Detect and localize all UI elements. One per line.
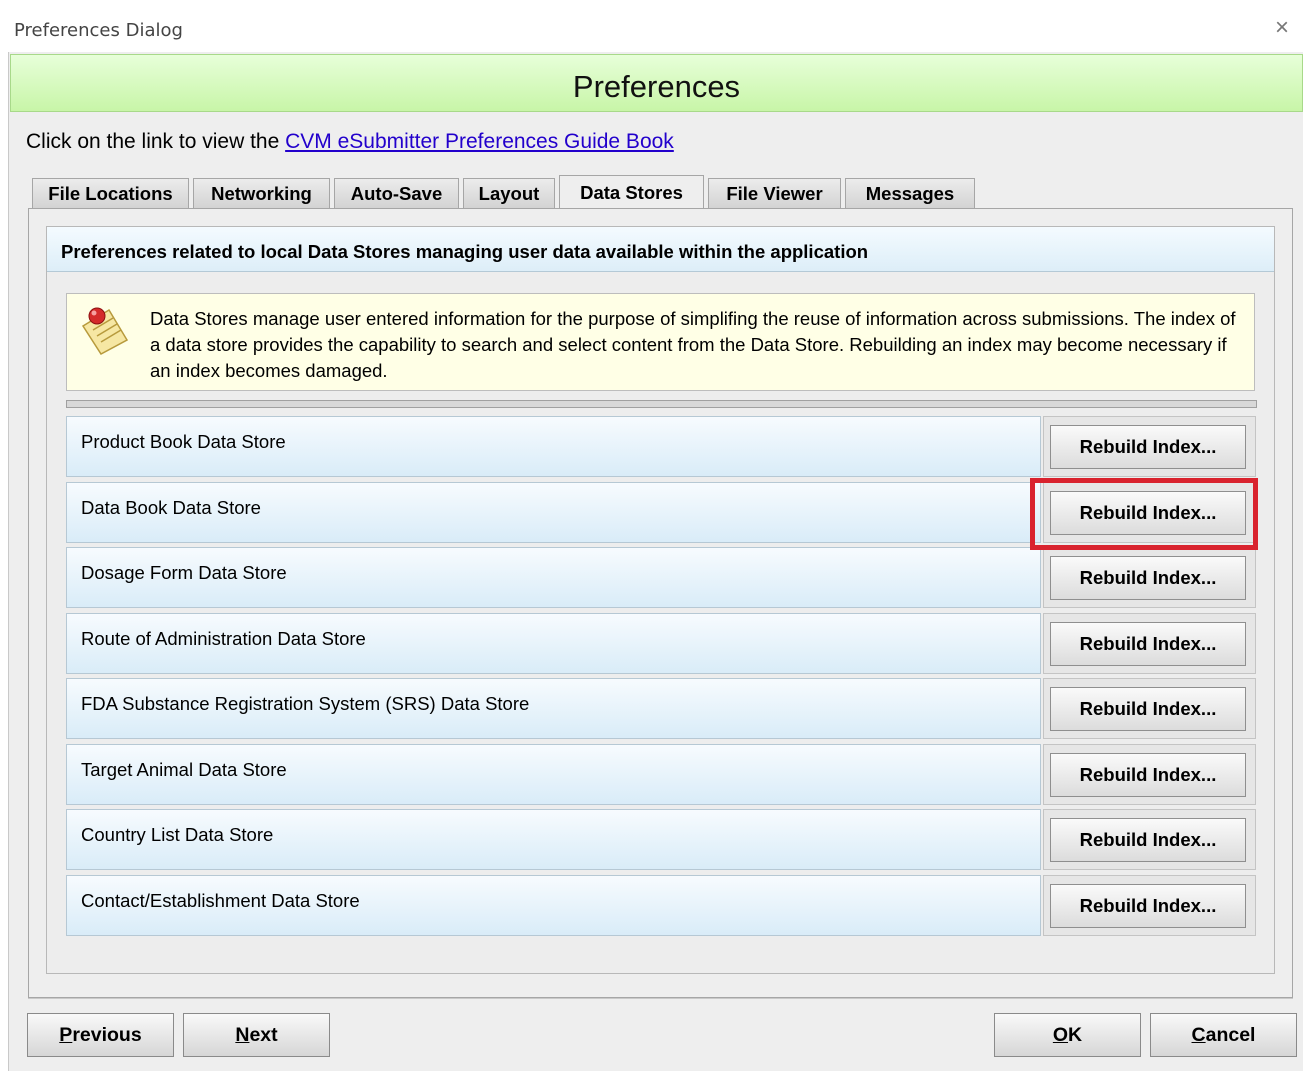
- rebuild-index-button[interactable]: Rebuild Index...: [1050, 491, 1246, 535]
- data-store-row: Country List Data Store Rebuild Index...: [66, 809, 1256, 870]
- panel-header: Preferences related to local Data Stores…: [47, 227, 1274, 272]
- data-store-row: Dosage Form Data Store Rebuild Index...: [66, 547, 1256, 608]
- mnemonic-p: P: [59, 1023, 73, 1046]
- button-cell: Rebuild Index...: [1043, 482, 1256, 543]
- intro-text: Click on the link to view the: [26, 130, 286, 153]
- window-title: Preferences Dialog: [14, 20, 183, 41]
- mnemonic-c: C: [1191, 1023, 1206, 1046]
- previous-label: revious: [72, 1023, 142, 1046]
- data-store-label-cell: FDA Substance Registration System (SRS) …: [66, 678, 1041, 739]
- data-store-name: Country List Data Store: [81, 824, 274, 845]
- rebuild-index-button[interactable]: Rebuild Index...: [1050, 818, 1246, 862]
- data-store-name: Route of Administration Data Store: [81, 628, 366, 649]
- guide-book-link[interactable]: CVM eSubmitter Preferences Guide Book: [285, 130, 674, 153]
- separator: [66, 400, 1257, 408]
- data-store-name: Product Book Data Store: [81, 431, 286, 452]
- data-store-label-cell: Target Animal Data Store: [66, 744, 1041, 805]
- tab-file-locations[interactable]: File Locations: [32, 178, 189, 209]
- rebuild-index-button[interactable]: Rebuild Index...: [1050, 753, 1246, 797]
- info-note: Data Stores manage user entered informat…: [66, 293, 1255, 391]
- rebuild-index-button[interactable]: Rebuild Index...: [1050, 884, 1246, 928]
- tab-auto-save[interactable]: Auto-Save: [334, 178, 459, 209]
- preferences-tabs: File Locations Networking Auto-Save Layo…: [32, 175, 979, 209]
- data-store-name: Data Book Data Store: [81, 497, 261, 518]
- previous-button[interactable]: Previous: [27, 1013, 174, 1057]
- button-cell: Rebuild Index...: [1043, 809, 1256, 870]
- data-store-label-cell: Route of Administration Data Store: [66, 613, 1041, 674]
- button-cell: Rebuild Index...: [1043, 678, 1256, 739]
- close-icon[interactable]: ×: [1275, 16, 1289, 40]
- cancel-label: ancel: [1205, 1023, 1256, 1046]
- next-label: ext: [249, 1023, 278, 1046]
- data-store-label-cell: Product Book Data Store: [66, 416, 1041, 477]
- tab-networking[interactable]: Networking: [193, 178, 330, 209]
- title-bar: Preferences Dialog ×: [0, 0, 1303, 52]
- rebuild-index-button[interactable]: Rebuild Index...: [1050, 556, 1246, 600]
- button-cell: Rebuild Index...: [1043, 416, 1256, 477]
- data-store-label-cell: Dosage Form Data Store: [66, 547, 1041, 608]
- panel-header-text: Preferences related to local Data Stores…: [61, 241, 869, 262]
- button-cell: Rebuild Index...: [1043, 744, 1256, 805]
- notepad-pin-icon: [81, 307, 129, 355]
- ok-label: K: [1068, 1023, 1083, 1046]
- button-cell: Rebuild Index...: [1043, 547, 1256, 608]
- tab-data-stores[interactable]: Data Stores: [559, 175, 704, 209]
- cancel-button[interactable]: Cancel: [1150, 1013, 1297, 1057]
- data-store-name: Dosage Form Data Store: [81, 562, 287, 583]
- next-button[interactable]: Next: [183, 1013, 330, 1057]
- data-store-row: Route of Administration Data Store Rebui…: [66, 613, 1256, 674]
- data-store-label-cell: Contact/Establishment Data Store: [66, 875, 1041, 936]
- data-store-row: Contact/Establishment Data Store Rebuild…: [66, 875, 1256, 936]
- data-store-row: Data Book Data Store Rebuild Index...: [66, 482, 1256, 543]
- data-store-name: Contact/Establishment Data Store: [81, 890, 360, 911]
- button-cell: Rebuild Index...: [1043, 875, 1256, 936]
- rebuild-index-button[interactable]: Rebuild Index...: [1050, 687, 1246, 731]
- data-store-label-cell: Data Book Data Store: [66, 482, 1041, 543]
- rebuild-index-button[interactable]: Rebuild Index...: [1050, 425, 1246, 469]
- data-store-name: Target Animal Data Store: [81, 759, 287, 780]
- banner-title: Preferences: [572, 69, 741, 104]
- mnemonic-n: N: [235, 1023, 250, 1046]
- data-store-name: FDA Substance Registration System (SRS) …: [81, 693, 530, 714]
- data-store-label-cell: Country List Data Store: [66, 809, 1041, 870]
- data-store-row: FDA Substance Registration System (SRS) …: [66, 678, 1256, 739]
- rebuild-index-button[interactable]: Rebuild Index...: [1050, 622, 1246, 666]
- mnemonic-o: O: [1052, 1023, 1069, 1046]
- data-store-row: Target Animal Data Store Rebuild Index..…: [66, 744, 1256, 805]
- data-store-row: Product Book Data Store Rebuild Index...: [66, 416, 1256, 477]
- intro-line: Click on the link to view the CVM eSubmi…: [26, 130, 674, 154]
- tab-layout[interactable]: Layout: [463, 178, 555, 209]
- tab-messages[interactable]: Messages: [845, 178, 975, 209]
- footer-divider: [28, 998, 1293, 999]
- button-cell: Rebuild Index...: [1043, 613, 1256, 674]
- ok-button[interactable]: OK: [994, 1013, 1141, 1057]
- tab-file-viewer[interactable]: File Viewer: [708, 178, 841, 209]
- info-note-text: Data Stores manage user entered informat…: [150, 308, 1236, 381]
- preferences-banner: Preferences: [10, 54, 1303, 112]
